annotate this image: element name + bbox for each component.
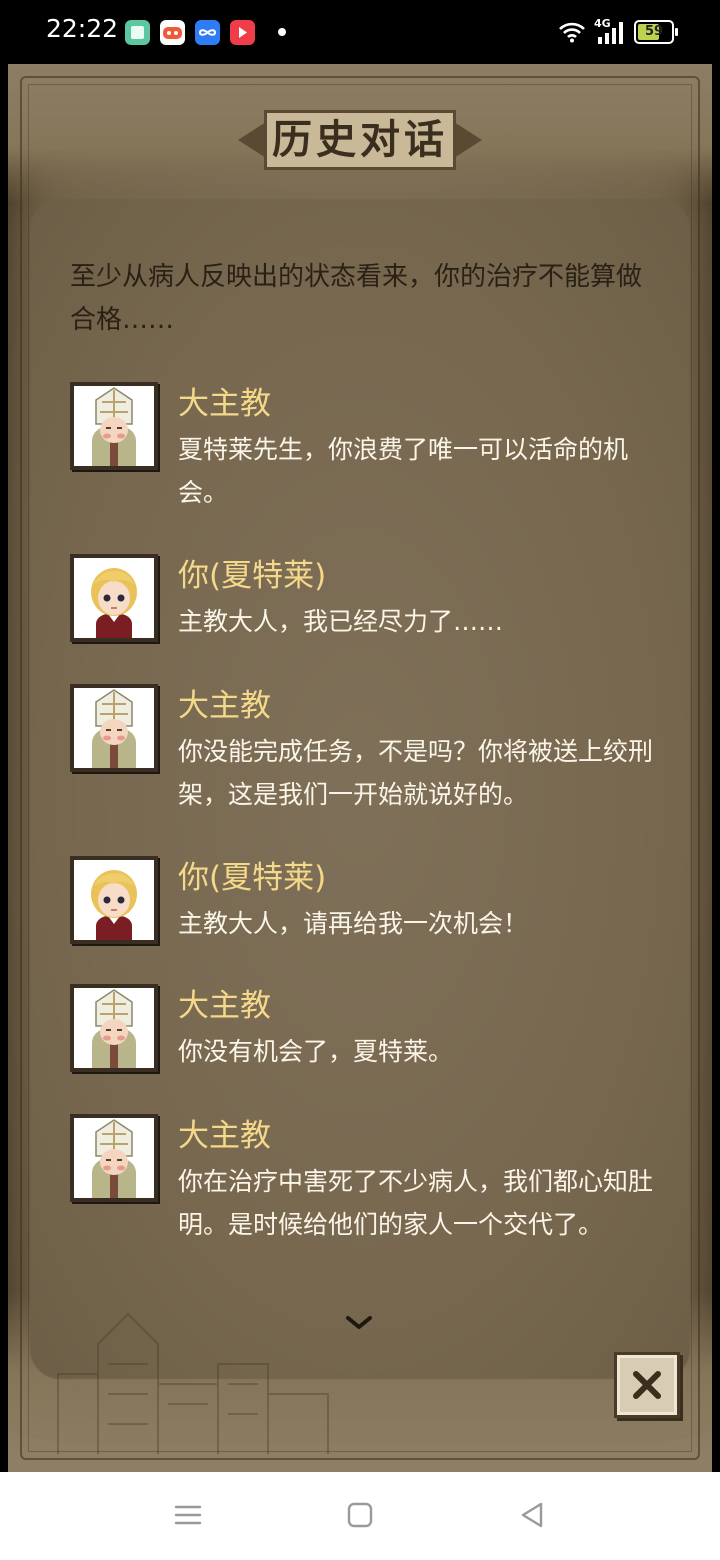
battery-indicator: 59 xyxy=(634,20,678,44)
speaker-name: 你(夏特莱) xyxy=(178,860,327,896)
chevron-down-icon[interactable] xyxy=(344,1312,374,1332)
status-time: 22:22 xyxy=(46,14,119,43)
intro-narration: 至少从病人反映出的状态看来，你的治疗不能算做合格…… xyxy=(70,262,643,335)
title-plate: 历史对话 xyxy=(234,108,486,174)
video-app-icon xyxy=(230,20,255,45)
speaker-name: 你(夏特莱) xyxy=(178,558,327,594)
archbishop-portrait xyxy=(70,684,158,772)
archbishop-portrait xyxy=(70,382,158,470)
dialog-line: 主教大人，请再给我一次机会！ xyxy=(178,909,529,938)
speaker-name: 大主教 xyxy=(178,1118,271,1154)
home-icon[interactable] xyxy=(345,1500,375,1530)
infinity-app-icon xyxy=(195,20,220,45)
menu-icon[interactable] xyxy=(173,1500,203,1530)
dialog-history-panel: 历史对话 至少从病人反映出的状态看来，你的治疗不能算做合格…… 大主教 夏特莱先… xyxy=(8,64,712,1472)
chatelet-portrait xyxy=(70,554,158,642)
wifi-icon xyxy=(559,22,585,43)
status-indicators: 4G 59 xyxy=(558,17,678,46)
notes-app-icon xyxy=(125,20,150,45)
archbishop-portrait xyxy=(70,1114,158,1202)
battery-level: 59 xyxy=(644,24,664,39)
navigation-bar xyxy=(0,1472,720,1560)
dialog-title: 历史对话 xyxy=(272,117,448,163)
building-sketch-decoration xyxy=(57,1312,329,1454)
dialog-line: 你没有机会了，夏特莱。 xyxy=(178,1037,454,1066)
dialog-line: 夏特莱先生，你浪费了唯一可以活命的机会。 xyxy=(178,435,629,507)
chatelet-portrait xyxy=(70,856,158,944)
speaker-name: 大主教 xyxy=(178,386,271,422)
dialog-line: 你在治疗中害死了不少病人，我们都心知肚明。是时候给他们的家人一个交代了。 xyxy=(178,1167,654,1239)
speaker-name: 大主教 xyxy=(178,988,271,1024)
status-bar: 22:22 4G 59 xyxy=(0,0,720,64)
close-icon xyxy=(633,1371,661,1399)
back-icon[interactable] xyxy=(517,1500,547,1530)
dialog-line: 主教大人，我已经尽力了…… xyxy=(178,607,504,636)
notification-dot xyxy=(278,28,286,36)
speaker-name: 大主教 xyxy=(178,688,271,724)
close-button[interactable] xyxy=(614,1352,680,1418)
dialog-line: 你没能完成任务，不是吗？你将被送上绞刑架，这是我们一开始就说好的。 xyxy=(178,737,654,809)
game-app-icon xyxy=(160,20,185,45)
archbishop-portrait xyxy=(70,984,158,1072)
cell-signal-icon: 4G xyxy=(594,17,626,45)
